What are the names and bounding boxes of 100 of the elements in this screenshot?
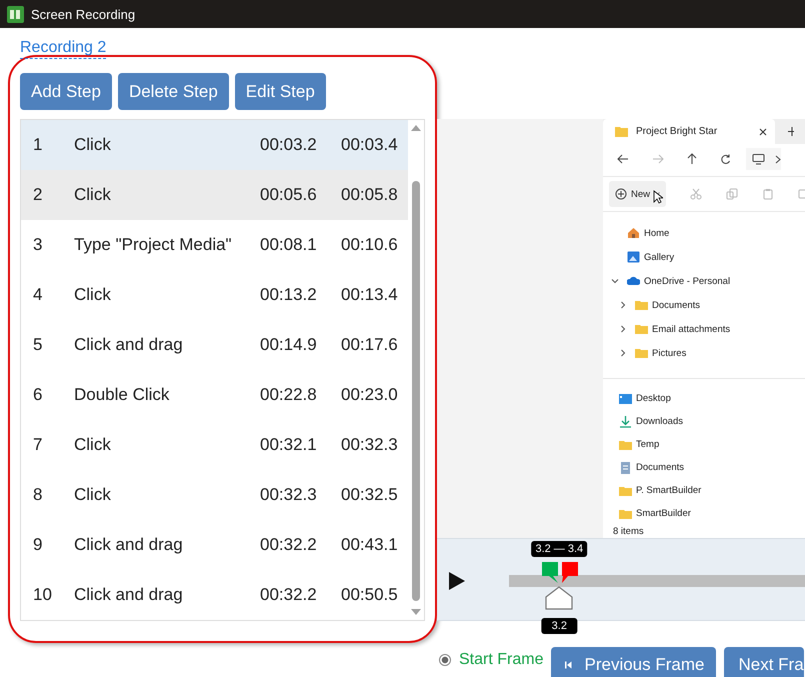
step-action: Click (74, 435, 112, 455)
step-number: 7 (32, 435, 44, 455)
folder-icon (635, 347, 648, 359)
step-action: Click and drag (74, 585, 184, 605)
edit-step-button[interactable]: Edit Step (234, 73, 326, 110)
next-frame-button[interactable]: Next Fra (724, 647, 804, 677)
radio-button[interactable] (439, 654, 451, 666)
scroll-up-icon[interactable] (410, 123, 422, 133)
chevron-right-icon[interactable] (619, 325, 627, 333)
back-icon[interactable] (617, 154, 629, 164)
step-end-time: 00:13.4 (341, 285, 398, 305)
step-start-time: 00:32.1 (260, 435, 318, 455)
step-number: 10 (32, 585, 53, 605)
step-end-time: 00:05.8 (341, 185, 398, 205)
step-row[interactable]: 4 Click 00:13.2 00:13.4 (21, 270, 408, 320)
mouse-pointer-icon (653, 190, 663, 204)
nav-item[interactable]: Temp (636, 439, 660, 450)
step-number: 1 (32, 135, 44, 155)
folder-icon (615, 126, 628, 137)
range-label: 3.2 — 3.4 (531, 541, 588, 557)
nav-item[interactable]: Home (644, 228, 670, 238)
step-row[interactable]: 6 Double Click 00:22.8 00:23.0 (21, 370, 408, 420)
nav-item[interactable]: Email attachments (652, 324, 730, 334)
explorer-tab[interactable]: Project Bright Star (603, 119, 775, 144)
address-bar[interactable] (746, 148, 781, 170)
folder-icon (619, 438, 632, 450)
step-row[interactable]: 2 Click 00:05.6 00:05.8 (21, 170, 408, 220)
step-end-time: 00:17.6 (341, 335, 398, 355)
step-start-time: 00:05.6 (260, 185, 318, 205)
folder-icon (619, 508, 632, 520)
app-logo-icon (7, 6, 24, 22)
step-row[interactable]: 1 Click 00:03.2 00:03.4 (21, 120, 408, 170)
close-icon[interactable] (759, 128, 767, 136)
step-action: Type "Project Media" (74, 235, 233, 255)
folder-icon (635, 299, 648, 311)
step-action: Click and drag (74, 535, 184, 555)
timeline-track[interactable]: 3.2 — 3.4 3.2 (509, 539, 805, 637)
chevron-right-icon[interactable] (619, 301, 627, 309)
step-action: Click and drag (74, 335, 184, 355)
step-row[interactable]: 7 Click 00:32.1 00:32.3 (21, 420, 408, 470)
step-row[interactable]: 3 Type "Project Media" 00:08.1 00:10.6 (21, 220, 408, 270)
delete-step-button[interactable]: Delete Step (118, 73, 229, 110)
step-row[interactable]: 8 Click 00:32.3 00:32.5 (21, 470, 408, 520)
playhead-handle[interactable] (545, 586, 574, 610)
range-markers-icon[interactable] (541, 562, 580, 584)
refresh-icon[interactable] (720, 154, 731, 164)
monitor-icon (752, 154, 765, 164)
step-end-time: 00:32.3 (341, 435, 398, 455)
step-action: Click (74, 185, 112, 205)
up-icon[interactable] (687, 153, 697, 165)
nav-item[interactable]: Downloads (636, 416, 683, 427)
step-number: 6 (32, 385, 44, 405)
step-action: Click (74, 135, 112, 155)
step-start-time: 00:03.2 (260, 135, 318, 155)
step-end-time: 00:50.5 (341, 585, 398, 605)
add-step-button[interactable]: Add Step (20, 73, 112, 110)
step-number: 9 (32, 535, 44, 555)
step-number: 2 (32, 185, 44, 205)
desktop-icon (619, 392, 632, 404)
step-end-time: 00:43.1 (341, 535, 398, 555)
nav-item[interactable]: Gallery (644, 252, 674, 262)
position-label: 3.2 (542, 618, 577, 634)
step-start-time: 00:08.1 (260, 235, 318, 255)
step-action: Click (74, 285, 112, 305)
chevron-right-icon (775, 154, 781, 164)
step-row[interactable]: 10 Click and drag 00:32.2 00:50.5 (21, 570, 408, 620)
folder-icon (635, 323, 648, 335)
gallery-icon (627, 251, 640, 263)
step-start-time: 00:14.9 (260, 335, 318, 355)
nav-item[interactable]: SmartBuilder (636, 508, 691, 519)
chevron-down-icon[interactable] (611, 277, 619, 285)
chevron-right-icon[interactable] (619, 349, 627, 357)
add-tab-icon[interactable] (788, 127, 794, 136)
step-end-time: 00:10.6 (341, 235, 398, 255)
step-end-time: 00:32.5 (341, 485, 398, 505)
step-end-time: 00:23.0 (341, 385, 398, 405)
item-count: 8 items (612, 526, 645, 538)
document-icon (619, 462, 632, 474)
window-title: Screen Recording (31, 6, 136, 22)
nav-item[interactable]: Desktop (636, 393, 671, 404)
scroll-down-icon[interactable] (410, 607, 422, 617)
scrollbar-thumb[interactable] (412, 181, 420, 601)
step-end-time: 00:03.4 (341, 135, 398, 155)
recording-title-link[interactable]: Recording 2 (20, 38, 106, 59)
step-row[interactable]: 9 Click and drag 00:32.2 00:43.1 (21, 520, 408, 570)
step-row[interactable]: 5 Click and drag 00:14.9 00:17.6 (21, 320, 408, 370)
nav-item[interactable]: P. SmartBuilder (636, 485, 702, 496)
nav-item[interactable]: Documents (652, 300, 700, 310)
step-start-time: 00:32.2 (260, 585, 318, 605)
step-action: Double Click (74, 385, 170, 405)
nav-item[interactable]: OneDrive - Personal (644, 276, 730, 286)
home-icon (627, 227, 640, 239)
step-start-time: 00:32.3 (260, 485, 318, 505)
play-icon[interactable] (448, 571, 466, 591)
step-start-time: 00:22.8 (260, 385, 318, 405)
nav-item[interactable]: Pictures (652, 348, 686, 358)
new-button[interactable]: New (609, 181, 666, 207)
previous-frame-button[interactable]: Previous Frame (551, 647, 716, 677)
plus-circle-icon (615, 188, 627, 200)
nav-item[interactable]: Documents (636, 462, 684, 473)
